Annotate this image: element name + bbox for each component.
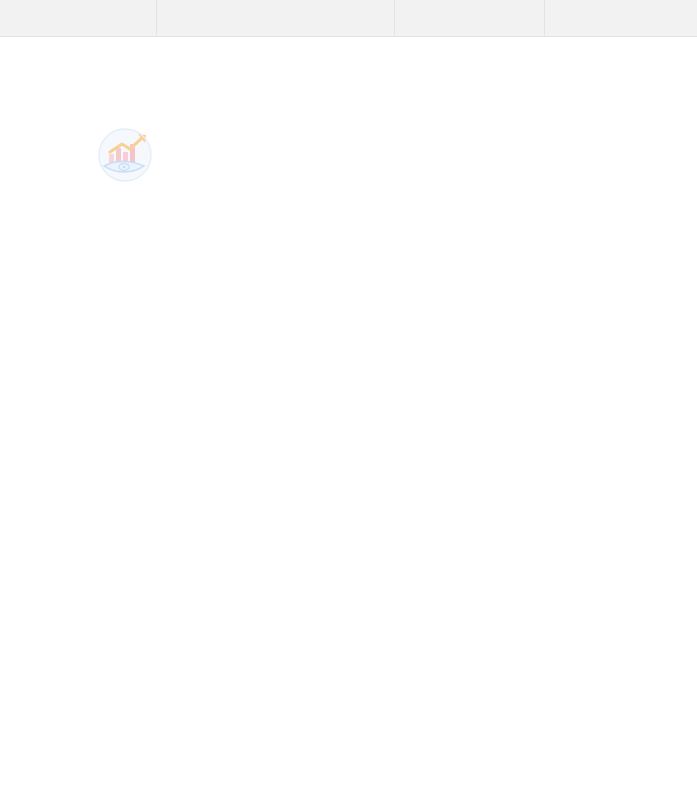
column-header-buy-price: [394, 0, 545, 37]
table-header-row: [0, 0, 697, 37]
column-header-currency: [0, 0, 157, 37]
exchange-rate-table-page: [0, 0, 697, 790]
chart-money-logo-icon: [96, 128, 158, 191]
table-header: [0, 0, 697, 37]
exchange-rate-table: [0, 0, 697, 37]
column-header-currency-name: [156, 0, 395, 37]
column-header-sell-price: [544, 0, 697, 37]
watermark: [96, 128, 356, 190]
